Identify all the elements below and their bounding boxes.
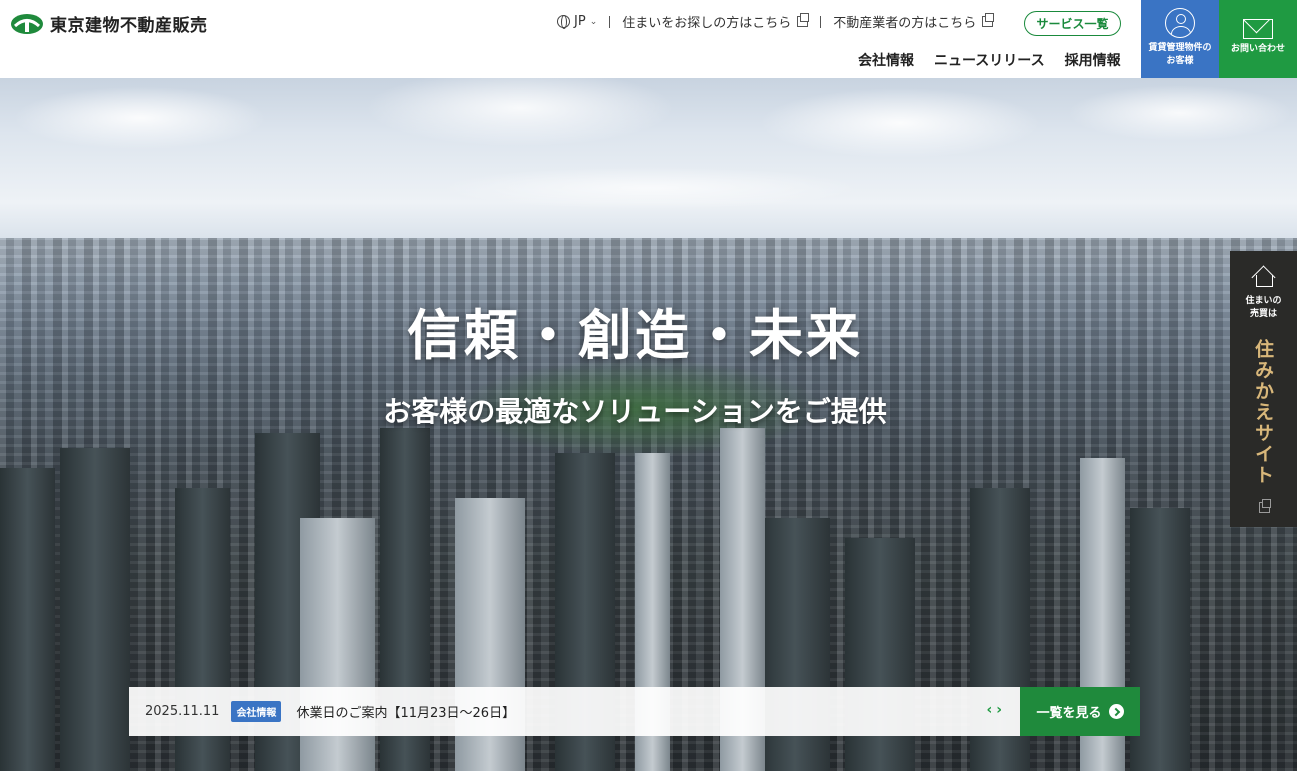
hero-section: 信頼・創造・未来 お客様の最適なソリューションをご提供 (0, 78, 1297, 771)
contact-tile[interactable]: お問い合わせ (1219, 0, 1297, 78)
external-link-icon (1259, 499, 1271, 513)
utility-nav: JP ⌄ 住まいをお探しの方はこちら 不動産業者の方はこちら (557, 12, 995, 31)
contact-tile-label: お問い合わせ (1230, 44, 1285, 54)
side-banner-caption-line2: 売買は (1249, 309, 1277, 319)
house-icon (1252, 265, 1276, 287)
site-logo[interactable]: 東京建物不動産販売 (10, 11, 208, 36)
external-link-icon (797, 13, 810, 27)
service-list-button[interactable]: サービス一覧 (1024, 11, 1121, 36)
person-icon (1165, 8, 1195, 38)
hero-sky (0, 78, 1297, 258)
chevron-left-icon[interactable]: ‹ (986, 702, 992, 718)
site-header: 東京建物不動産販売 JP ⌄ 住まいをお探しの方はこちら 不動産業者の方はこちら… (0, 0, 1297, 78)
arrow-circle-icon (1108, 704, 1124, 719)
logo-text: 東京建物不動産販売 (50, 16, 208, 36)
news-pager: ‹ › (986, 702, 1002, 718)
side-banner-caption: 住まいの 売買は (1245, 295, 1281, 321)
news-ticker[interactable]: 2025.11.11 会社情報 休業日のご案内【11月23日〜26日】 ‹ › (129, 687, 1020, 736)
nav-news-release[interactable]: ニュースリリース (934, 50, 1045, 70)
news-title: 休業日のご案内【11月23日〜26日】 (296, 706, 516, 721)
link-real-estate-agents-label: 不動産業者の方はこちら (833, 16, 977, 31)
news-date: 2025.11.11 (145, 704, 220, 719)
news-view-all-label: 一覧を見る (1036, 706, 1102, 721)
nav-company-info[interactable]: 会社情報 (858, 50, 914, 70)
chevron-down-icon: ⌄ (589, 16, 598, 27)
side-banner-title: 住みかえサイト (1252, 339, 1274, 486)
language-selector[interactable]: JP ⌄ (557, 14, 597, 29)
link-home-seekers[interactable]: 住まいをお探しの方はこちら (622, 12, 810, 31)
logo-mark-icon (11, 13, 43, 34)
news-category-badge: 会社情報 (231, 701, 282, 722)
external-link-icon (982, 13, 995, 27)
globe-icon (557, 15, 570, 29)
link-real-estate-agents[interactable]: 不動産業者の方はこちら (833, 12, 995, 31)
divider (609, 15, 611, 28)
rental-customer-tile[interactable]: 賃貸管理物件の お客様 (1141, 0, 1219, 78)
mail-icon (1243, 19, 1273, 39)
nav-recruit[interactable]: 採用情報 (1065, 50, 1121, 70)
language-label: JP (574, 14, 586, 29)
rental-tile-line2: お客様 (1166, 56, 1194, 66)
side-banner-external (1257, 498, 1271, 517)
hero-subtitle: お客様の最適なソリューションをご提供 (383, 395, 887, 428)
link-home-seekers-label: 住まいをお探しの方はこちら (622, 16, 792, 31)
main-nav: 会社情報 ニュースリリース 採用情報 (858, 50, 1121, 70)
rental-tile-line1: 賃貸管理物件の (1148, 43, 1212, 53)
rental-tile-label: 賃貸管理物件の お客様 (1148, 42, 1211, 68)
sumikae-site-banner[interactable]: 住まいの 売買は 住みかえサイト (1230, 251, 1297, 527)
divider (820, 15, 822, 28)
hero-title: 信頼・創造・未来 (407, 304, 863, 367)
chevron-right-icon[interactable]: › (996, 702, 1002, 718)
side-banner-caption-line1: 住まいの (1245, 296, 1282, 306)
news-view-all-button[interactable]: 一覧を見る (1020, 687, 1140, 736)
